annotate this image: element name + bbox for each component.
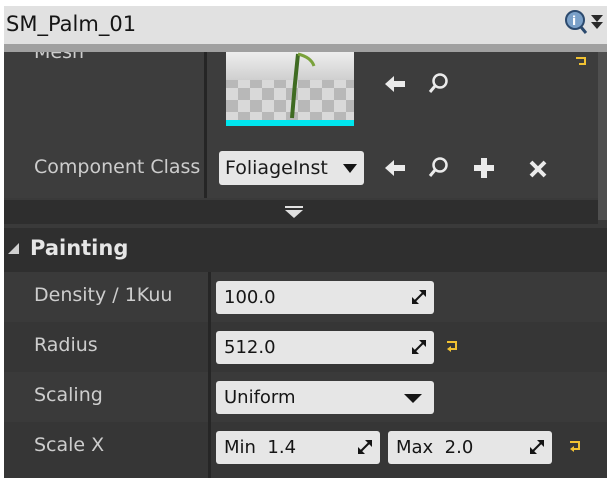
use-selected-arrow-icon[interactable]	[384, 158, 406, 178]
clear-x-icon[interactable]	[529, 160, 547, 178]
density-label: Density / 1Kuu	[34, 284, 173, 306]
browse-magnifier-icon[interactable]	[428, 72, 450, 94]
add-plus-icon[interactable]	[474, 158, 494, 178]
collapse-triangle-icon	[8, 243, 19, 254]
radius-row: Radius 512.0	[4, 322, 607, 372]
svg-text:i: i	[572, 14, 576, 28]
browse-magnifier-icon[interactable]	[428, 156, 450, 178]
chevron-down-icon	[404, 394, 422, 403]
scaling-row: Scaling Uniform	[4, 372, 607, 422]
title-divider	[4, 44, 607, 52]
scaling-label: Scaling	[34, 384, 103, 406]
component-class-label: Component Class	[34, 156, 201, 178]
reset-to-default-icon[interactable]	[445, 340, 459, 352]
reset-to-default-icon[interactable]	[568, 440, 582, 452]
resize-arrows-icon	[358, 440, 372, 454]
column-divider	[204, 52, 207, 198]
scale-x-label: Scale X	[34, 434, 105, 456]
scrollbar[interactable]	[598, 52, 607, 220]
radius-input[interactable]: 512.0	[216, 331, 434, 364]
title-icons: i	[561, 8, 605, 38]
mesh-thumbnail[interactable]	[226, 52, 354, 126]
static-mesh-section: Mesh Component Class FoliageInst	[4, 52, 607, 224]
density-input[interactable]: 100.0	[216, 281, 434, 314]
title-bar: SM_Palm_01 i	[4, 6, 607, 44]
radius-label: Radius	[34, 334, 98, 356]
scale-x-min-input[interactable]: Min 1.4	[216, 431, 380, 464]
search-info-icon[interactable]: i	[561, 8, 605, 38]
component-class-dropdown[interactable]: FoliageInst	[219, 151, 364, 185]
reset-to-default-icon[interactable]	[574, 56, 588, 66]
chevron-down-icon	[343, 164, 357, 173]
scale-x-row: Scale X Min 1.4 Max 2.0	[4, 422, 607, 478]
filter-icon	[591, 15, 603, 22]
scale-x-max-input[interactable]: Max 2.0	[388, 431, 552, 464]
expand-down-icon	[285, 206, 303, 218]
scaling-dropdown[interactable]: Uniform	[216, 381, 434, 414]
details-panel: SM_Palm_01 i Mesh Component Class Foliag…	[4, 6, 607, 478]
density-row: Density / 1Kuu 100.0	[4, 272, 607, 322]
use-selected-arrow-icon[interactable]	[384, 74, 406, 94]
resize-arrows-icon	[412, 290, 426, 304]
mesh-label: Mesh	[34, 52, 85, 63]
advanced-expander[interactable]	[4, 200, 598, 224]
asset-title: SM_Palm_01	[6, 12, 137, 36]
resize-arrows-icon	[530, 440, 544, 454]
painting-section-header[interactable]: Painting	[4, 228, 607, 272]
resize-arrows-icon	[412, 340, 426, 354]
palm-preview-icon	[290, 52, 316, 119]
